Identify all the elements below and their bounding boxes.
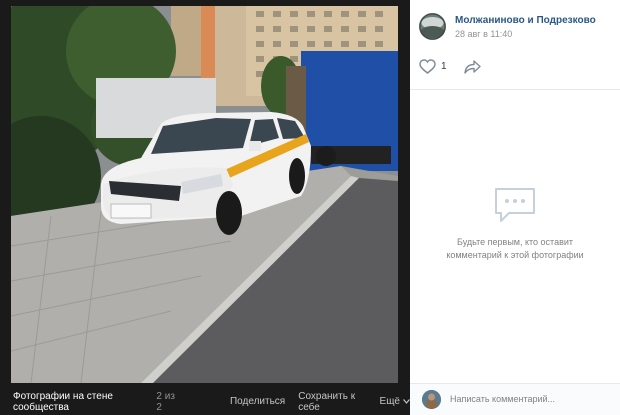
share-arrow-icon — [464, 60, 481, 74]
photo-image — [11, 6, 398, 383]
photo[interactable] — [11, 6, 398, 383]
divider — [410, 89, 620, 90]
post-date[interactable]: 28 авг в 11:40 — [455, 29, 512, 39]
post-actions: 1 — [410, 55, 620, 85]
like-button[interactable]: 1 — [419, 59, 447, 74]
user-avatar[interactable] — [422, 390, 441, 409]
heart-icon — [419, 59, 436, 74]
info-panel: Молжаниново и Подрезково 28 авг в 11:40 … — [410, 0, 620, 415]
comment-input[interactable] — [450, 391, 600, 407]
group-avatar[interactable] — [419, 13, 446, 40]
share-post-button[interactable] — [464, 60, 481, 79]
post-header: Молжаниново и Подрезково 28 авг в 11:40 — [410, 0, 620, 45]
chevron-down-icon — [403, 399, 410, 404]
group-avatar-image — [419, 13, 446, 40]
photo-toolbar: Фотографии на стене сообщества 2 из 2 По… — [0, 388, 410, 415]
comment-composer — [410, 383, 620, 415]
more-button[interactable]: Ещё — [380, 396, 410, 407]
photo-viewer: Фотографии на стене сообщества 2 из 2 По… — [0, 0, 410, 415]
group-name-link[interactable]: Молжаниново и Подрезково — [455, 15, 596, 26]
album-label[interactable]: Фотографии на стене сообщества — [13, 391, 146, 413]
user-avatar-image — [422, 390, 441, 409]
comments-empty-state: Будьте первым, кто оставит комментарий к… — [410, 186, 620, 262]
photo-counter: 2 из 2 — [156, 390, 175, 413]
save-button[interactable]: Сохранить к себе — [298, 391, 366, 413]
more-label: Ещё — [379, 396, 400, 407]
share-button[interactable]: Поделиться — [230, 396, 285, 407]
empty-comments-text: Будьте первым, кто оставит комментарий к… — [446, 237, 584, 260]
like-count: 1 — [441, 61, 447, 72]
chat-bubble-icon — [495, 188, 535, 222]
